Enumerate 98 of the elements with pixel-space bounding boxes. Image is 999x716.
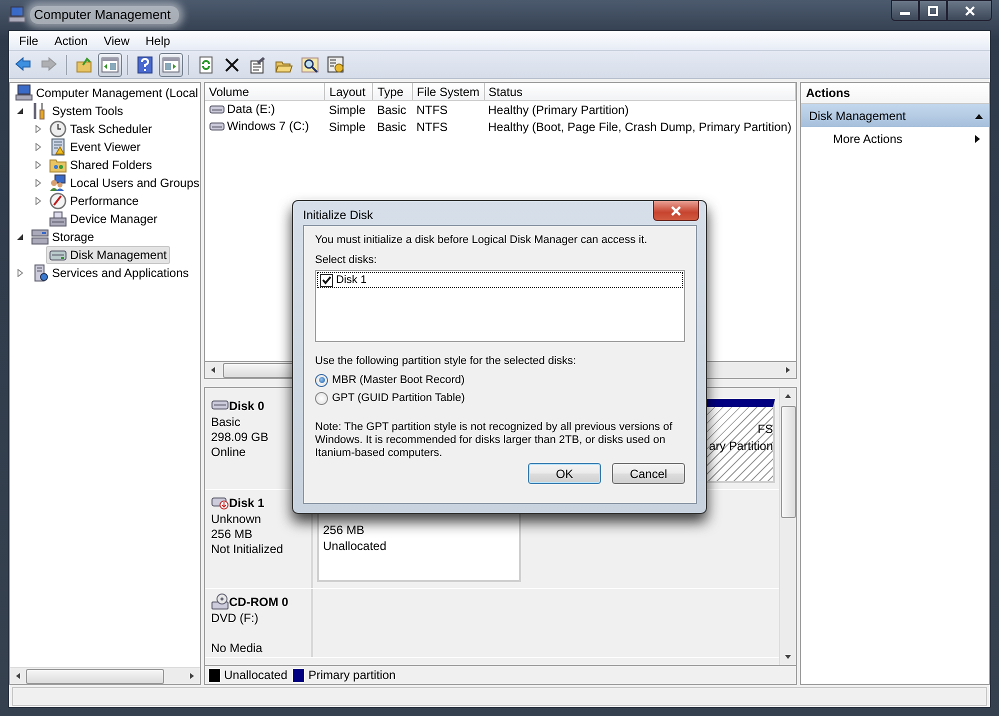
radio-button[interactable] [315,392,328,404]
clock-icon [49,120,67,138]
disk-detail: 256 MB [211,527,254,542]
scrollbar-thumb[interactable] [26,668,164,684]
tree-item[interactable]: Local Users and Groups [70,176,200,190]
column-header[interactable]: Type [372,83,412,100]
table-cell: NTFS [416,120,448,134]
computer-icon [8,6,26,24]
collapse-arrow-icon[interactable] [16,107,24,115]
disk-name: CD-ROM 0 [229,594,288,610]
tree-item[interactable]: Computer Management (Local [36,86,198,100]
tree-item[interactable]: Services and Applications [52,266,189,280]
computer-icon [15,84,33,102]
menu-item[interactable]: File [11,34,46,48]
device-icon [49,210,67,228]
expand-arrow-icon[interactable] [34,125,42,133]
table-cell: Simple [328,102,366,116]
table-cell: Simple [328,120,366,134]
expand-arrow-icon[interactable] [34,143,42,151]
column-header[interactable]: Layout [324,83,373,100]
maximize-button[interactable] [919,0,947,21]
tree-item[interactable]: Device Manager [70,212,158,226]
scroll-left-icon[interactable] [209,366,217,374]
tree-item[interactable]: Performance [70,194,139,208]
collapse-arrow-icon[interactable] [974,112,984,120]
users-icon [49,174,67,192]
table-cell: Data (E:) [227,102,276,116]
tree-item[interactable]: Event Viewer [70,140,140,154]
disk-detail: Not Initialized [211,542,284,557]
field-label: Select disks: [315,254,378,268]
disk-detail: Online [211,445,247,460]
dialog-message: You must initialize a disk before Logical Disk Manager can access it. [315,234,648,248]
drive-icon [209,120,225,132]
collapse-arrow-icon[interactable] [16,233,24,241]
column-header[interactable]: Volume [205,83,325,100]
option-label[interactable]: MBR (Master Boot Record) [332,374,465,386]
close-button[interactable] [653,201,699,221]
partition-text: FS [756,421,773,438]
expand-arrow-icon[interactable] [16,269,24,277]
disk-list[interactable]: Disk 1 [315,270,685,342]
scrollbar-thumb[interactable] [223,362,295,378]
scroll-right-icon[interactable] [188,672,196,680]
partition-text: 256 MB [323,522,366,538]
menu-item[interactable]: Action [46,34,96,48]
column-header[interactable]: Status [484,83,796,100]
scroll-down-icon[interactable] [784,653,792,661]
partition-text: ary Partition [708,438,773,455]
tree-item[interactable]: System Tools [52,104,124,118]
table-cell: Windows 7 (C:) [227,118,310,132]
disk-detail: Unknown [211,512,262,527]
table-cell: Basic [376,102,406,116]
scrollbar-thumb[interactable] [780,406,796,518]
menu-item[interactable]: View [96,34,138,48]
minimize-button[interactable] [891,0,919,21]
tree-item[interactable]: Shared Folders [70,158,152,172]
log-icon [49,138,67,156]
legend-label: Primary partition [308,668,396,682]
table-cell: Basic [376,120,406,134]
ok-button[interactable]: OK [528,463,601,484]
table-cell: Healthy (Primary Partition) [488,102,629,116]
window-title: Computer Management [30,6,179,24]
action-link[interactable]: More Actions [833,132,902,146]
disk-detail: 298.09 GB [211,430,270,445]
close-icon[interactable] [964,6,976,16]
legend-label: Unallocated [224,668,288,682]
tree-item[interactable]: Task Scheduler [70,122,152,136]
radio-button[interactable] [315,374,328,386]
disk-detail: No Media [211,641,264,656]
scroll-up-icon[interactable] [784,392,792,400]
disk-detail: DVD (F:) [211,611,260,626]
dialog-title: Initialize Disk [303,208,374,222]
checkbox[interactable] [320,274,333,286]
option-label[interactable]: GPT (GUID Partition Table) [332,392,465,404]
submenu-arrow-icon [973,134,981,144]
expand-arrow-icon[interactable] [34,161,42,169]
note-text: Note: The GPT partition style is not recognized by all previous versions of Windows. It is recommended for disks larger than 2TB, or disks used on Itanium-based computers. [315,421,674,460]
cancel-button[interactable]: Cancel [612,463,685,484]
column-header[interactable]: File System [412,83,484,100]
disk-name: Disk 0 [229,398,264,414]
menu-item[interactable]: Help [138,34,178,48]
partition-text: Unallocated [323,538,388,554]
disk-name: Disk 1 [229,496,264,510]
tree-item[interactable]: Storage [52,230,94,244]
storage-icon [31,228,49,246]
expand-arrow-icon[interactable] [34,179,42,187]
drive-icon [209,102,225,114]
partition-block[interactable]: FS ary Partition [705,399,775,483]
field-label: Use the following partition style for the selected disks: [315,354,576,369]
disk-detail: Basic [211,415,242,430]
scroll-right-icon[interactable] [784,366,792,374]
table-cell: Healthy (Boot, Page File, Crash Dump, Primary Partition) [488,120,792,134]
expand-arrow-icon[interactable] [34,197,42,205]
scroll-left-icon[interactable] [14,672,22,680]
table-cell: NTFS [416,102,448,116]
maximize-icon[interactable] [927,6,939,16]
close-button[interactable] [947,0,992,21]
gauge-icon [49,192,67,210]
cd-drive-icon [211,593,229,611]
